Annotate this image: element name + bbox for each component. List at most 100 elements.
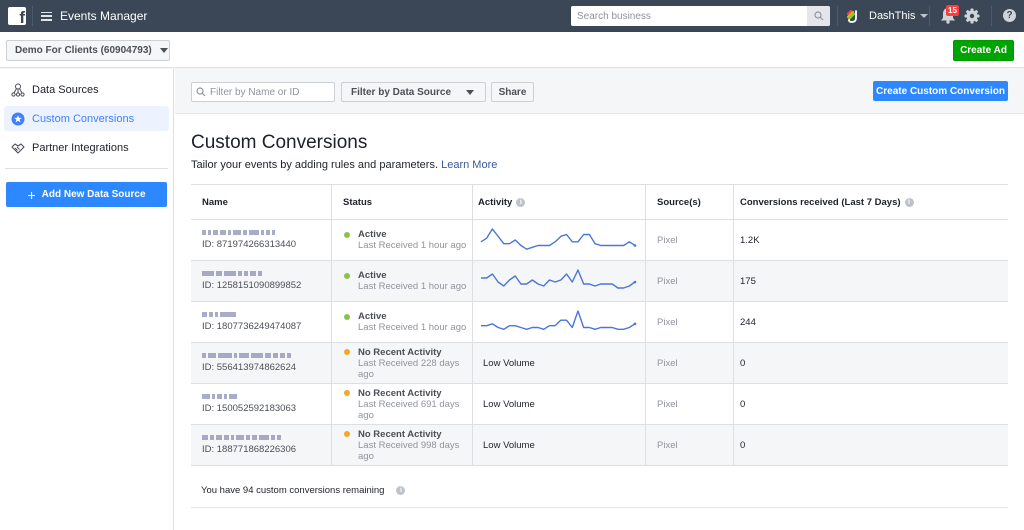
source-label: Pixel xyxy=(657,439,678,451)
activity-cell: Low Volume xyxy=(473,425,646,465)
info-icon[interactable]: i xyxy=(516,197,526,207)
gear-icon[interactable] xyxy=(964,8,980,24)
column-header-name[interactable]: Name xyxy=(191,185,332,219)
filter-source-label: Filter by Data Source xyxy=(351,86,452,98)
status-label: Active xyxy=(358,229,387,240)
source-label: Pixel xyxy=(657,316,678,328)
status-badge: Active xyxy=(343,270,472,281)
sparkline-endpoint xyxy=(633,280,637,284)
info-icon[interactable]: i xyxy=(396,485,406,495)
activity-cell: Low Volume xyxy=(473,384,646,424)
search-business-input[interactable] xyxy=(571,6,807,26)
status-label: No Recent Activity xyxy=(358,428,442,440)
name-cell[interactable]: ID: 556413974862624 xyxy=(191,343,332,383)
sidebar: Data Sources Custom Conversions Partner … xyxy=(0,69,174,530)
ad-account-dropdown[interactable]: Demo For Clients (60904793) xyxy=(6,40,170,61)
info-icon[interactable]: i xyxy=(904,197,914,207)
header-label: Source(s) xyxy=(657,196,701,208)
conversion-id: ID: 556413974862624 xyxy=(202,362,297,373)
name-cell[interactable]: ID: 188771868226306 xyxy=(191,425,332,465)
name-cell[interactable]: ID: 1258151090899852 xyxy=(191,261,332,301)
table-row[interactable]: ID: 188771868226306 No Recent Activity L… xyxy=(191,425,1008,466)
sparkline-path xyxy=(481,269,636,289)
sparkline-endpoint xyxy=(633,244,637,247)
last-received: Last Received 1 hour ago xyxy=(358,240,467,251)
status-label: Active xyxy=(358,270,387,281)
status-cell: No Recent Activity Last Received 228 day… xyxy=(332,343,473,383)
chevron-down-icon xyxy=(920,14,929,18)
conversion-id: ID: 188771868226306 xyxy=(202,444,297,455)
page-title: Custom Conversions xyxy=(191,132,368,153)
help-icon[interactable]: ? xyxy=(1003,9,1016,22)
create-custom-conversion-button[interactable]: Create Custom Conversion xyxy=(873,81,1008,101)
conversions-count: 0 xyxy=(740,357,746,369)
hamburger-icon[interactable] xyxy=(41,11,52,21)
activity-sparkline xyxy=(481,310,637,331)
sidebar-item-label: Data Sources xyxy=(32,83,99,96)
table-row[interactable]: ID: 1258151090899852 Active Last Receive… xyxy=(191,261,1008,302)
conversions-count: 244 xyxy=(740,316,756,328)
sparkline-endpoint xyxy=(633,322,637,326)
source-label: Pixel xyxy=(657,275,678,287)
star-badge-icon xyxy=(11,112,25,125)
top-navigation-bar: f Events Manager DashThis 15 xyxy=(0,0,1024,32)
redacted-name xyxy=(202,271,331,276)
redacted-name xyxy=(202,394,331,399)
remaining-conversions-note: You have 94 custom conversions remaining… xyxy=(191,473,1008,508)
table-row[interactable]: ID: 556413974862624 No Recent Activity L… xyxy=(191,343,1008,384)
add-new-data-source-button[interactable]: + Add New Data Source xyxy=(6,182,167,207)
sidebar-item-custom-conversions[interactable]: Custom Conversions xyxy=(4,106,169,131)
activity-text: Low Volume xyxy=(483,357,535,369)
name-cell[interactable]: ID: 1807736249474087 xyxy=(191,302,332,342)
handshake-icon xyxy=(11,142,25,154)
sparkline-path xyxy=(480,228,636,250)
business-search xyxy=(571,6,830,26)
divider xyxy=(32,6,33,26)
last-received: Last Received 998 days ago xyxy=(358,439,460,462)
source-label: Pixel xyxy=(657,357,678,369)
create-ad-button[interactable]: Create Ad xyxy=(953,40,1014,61)
table-row[interactable]: ID: 150052592183063 No Recent Activity L… xyxy=(191,384,1008,425)
divider xyxy=(991,6,992,26)
sidebar-item-partner-integrations[interactable]: Partner Integrations xyxy=(4,135,169,160)
dashthis-logo-icon xyxy=(846,9,857,23)
activity-sparkline xyxy=(480,228,637,250)
activity-cell: Low Volume xyxy=(473,343,646,383)
last-received: Last Received 1 hour ago xyxy=(358,322,467,333)
facebook-f-icon[interactable]: f xyxy=(8,7,26,25)
name-cell[interactable]: ID: 871974266313440 xyxy=(191,220,332,260)
share-button[interactable]: Share xyxy=(491,82,534,102)
status-dot-icon xyxy=(344,349,350,355)
table-row[interactable]: ID: 1807736249474087 Active Last Receive… xyxy=(191,302,1008,343)
conversion-id: ID: 1258151090899852 xyxy=(202,280,302,291)
status-label: No Recent Activity xyxy=(358,387,442,399)
status-cell: No Recent Activity Last Received 691 day… xyxy=(332,384,473,424)
status-label: No Recent Activity xyxy=(358,346,442,358)
divider xyxy=(837,6,838,26)
conversion-id: ID: 1807736249474087 xyxy=(202,321,302,332)
column-header-activity[interactable]: Activity i xyxy=(473,185,646,219)
search-button[interactable] xyxy=(807,6,830,26)
filter-by-name-input[interactable] xyxy=(210,86,330,98)
status-cell: Active Last Received 1 hour ago xyxy=(332,261,473,301)
conversions-cell: 0 xyxy=(734,343,1008,383)
learn-more-link[interactable]: Learn More xyxy=(441,159,497,171)
table-row[interactable]: ID: 871974266313440 Active Last Received… xyxy=(191,220,1008,261)
conversions-count: 0 xyxy=(740,398,746,410)
sparkline-path xyxy=(481,310,636,331)
sidebar-item-data-sources[interactable]: Data Sources xyxy=(4,77,169,102)
account-switcher[interactable]: DashThis xyxy=(845,6,929,26)
filter-by-data-source-dropdown[interactable]: Filter by Data Source xyxy=(341,82,486,102)
chevron-down-icon xyxy=(466,89,474,95)
conversions-count: 0 xyxy=(740,439,746,451)
name-cell[interactable]: ID: 150052592183063 xyxy=(191,384,332,424)
header-label: Status xyxy=(343,196,373,208)
column-header-sources[interactable]: Source(s) xyxy=(646,185,734,219)
add-source-label: Add New Data Source xyxy=(41,189,146,200)
account-bar: Demo For Clients (60904793) Create Ad xyxy=(0,32,1024,68)
status-dot-icon xyxy=(344,390,350,396)
last-received: Last Received 228 days ago xyxy=(358,357,460,380)
source-label: Pixel xyxy=(657,234,678,246)
column-header-status[interactable]: Status xyxy=(332,185,473,219)
column-header-conversions[interactable]: Conversions received (Last 7 Days) i xyxy=(734,185,1008,219)
